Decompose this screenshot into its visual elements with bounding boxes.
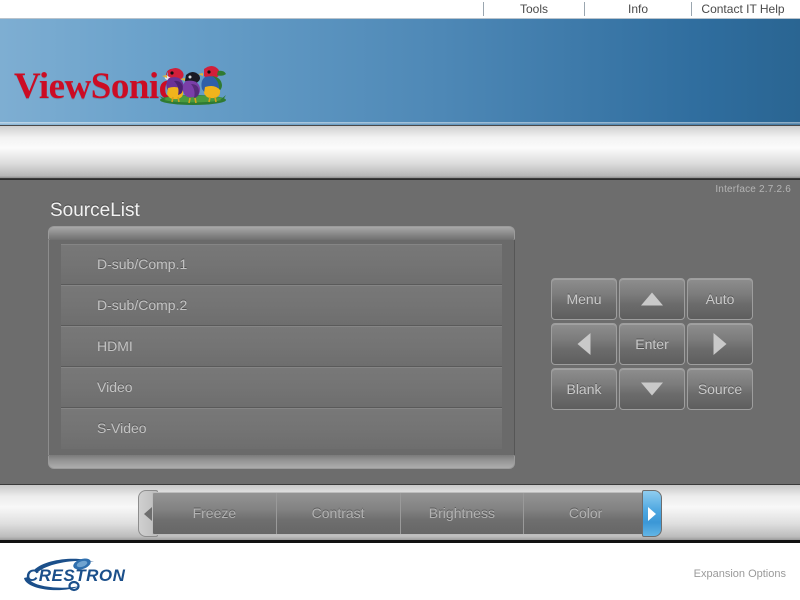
source-list-top-cap: [48, 226, 515, 240]
triangle-up-icon: [641, 292, 663, 306]
source-list: D-sub/Comp.1 D-sub/Comp.2 HDMI Video S-V…: [48, 226, 515, 469]
brand-header-banner: ViewSonic ®: [0, 19, 800, 125]
source-item-d-sub-comp-1[interactable]: D-sub/Comp.1: [61, 244, 502, 285]
source-list-bottom-cap: [48, 455, 515, 469]
arrow-left-button[interactable]: [551, 323, 617, 365]
caret-left-icon: [144, 506, 152, 521]
crestron-wordmark: CRESTRON: [26, 566, 126, 585]
triangle-left-icon: [577, 333, 591, 355]
arrow-up-button[interactable]: [619, 278, 685, 320]
source-item-hdmi[interactable]: HDMI: [61, 326, 502, 367]
adjustment-carousel-bar: Freeze Contrast Brightness Color: [0, 484, 800, 543]
nav-item-tools[interactable]: Tools: [484, 0, 584, 18]
gouldian-finch-birds-icon: [159, 66, 226, 105]
top-navigation-bar: Tools Info Contact IT Help: [0, 0, 800, 19]
arrow-down-button[interactable]: [619, 368, 685, 410]
arrow-right-button[interactable]: [687, 323, 753, 365]
page-title: SourceList: [50, 200, 140, 221]
auto-button[interactable]: Auto: [687, 278, 753, 320]
source-item-d-sub-comp-2[interactable]: D-sub/Comp.2: [61, 285, 502, 326]
carousel-next-button[interactable]: [642, 490, 662, 537]
nav-item-info[interactable]: Info: [585, 0, 691, 18]
top-navigation-links: Tools Info Contact IT Help: [483, 0, 800, 18]
projector-web-control-page: Tools Info Contact IT Help ViewSonic ®: [0, 0, 800, 600]
source-button[interactable]: Source: [687, 368, 753, 410]
viewsonic-logo: ViewSonic ®: [14, 59, 244, 115]
carousel-item-color[interactable]: Color: [524, 493, 647, 534]
carousel-items: Freeze Contrast Brightness Color: [152, 492, 648, 535]
menu-button[interactable]: Menu: [551, 278, 617, 320]
power-volume-button-bar: Power Vol - Mute Vol +: [0, 125, 800, 302]
nav-item-contact-it-help[interactable]: Contact IT Help: [692, 0, 800, 18]
navigation-keypad: Menu Auto Enter Blank Source: [551, 278, 755, 410]
caret-right-icon: [648, 506, 656, 521]
source-item-video[interactable]: Video: [61, 367, 502, 408]
blank-button[interactable]: Blank: [551, 368, 617, 410]
expansion-options-label: Expansion Options: [693, 568, 786, 580]
triangle-down-icon: [641, 382, 663, 396]
interface-version-label: Interface 2.7.2.6: [715, 184, 791, 195]
page-footer: CRESTRON Expansion Options: [0, 546, 800, 600]
main-content-panel: Interface 2.7.2.6 SourceList D-sub/Comp.…: [0, 179, 800, 484]
source-list-items: D-sub/Comp.1 D-sub/Comp.2 HDMI Video S-V…: [48, 240, 515, 455]
crestron-logo: CRESTRON: [18, 556, 138, 592]
enter-button[interactable]: Enter: [619, 323, 685, 365]
carousel-item-contrast[interactable]: Contrast: [277, 493, 401, 534]
carousel-item-brightness[interactable]: Brightness: [401, 493, 525, 534]
carousel-item-freeze[interactable]: Freeze: [153, 493, 277, 534]
adjustment-carousel: Freeze Contrast Brightness Color: [138, 488, 662, 538]
triangle-right-icon: [713, 333, 727, 355]
source-item-s-video[interactable]: S-Video: [61, 408, 502, 449]
